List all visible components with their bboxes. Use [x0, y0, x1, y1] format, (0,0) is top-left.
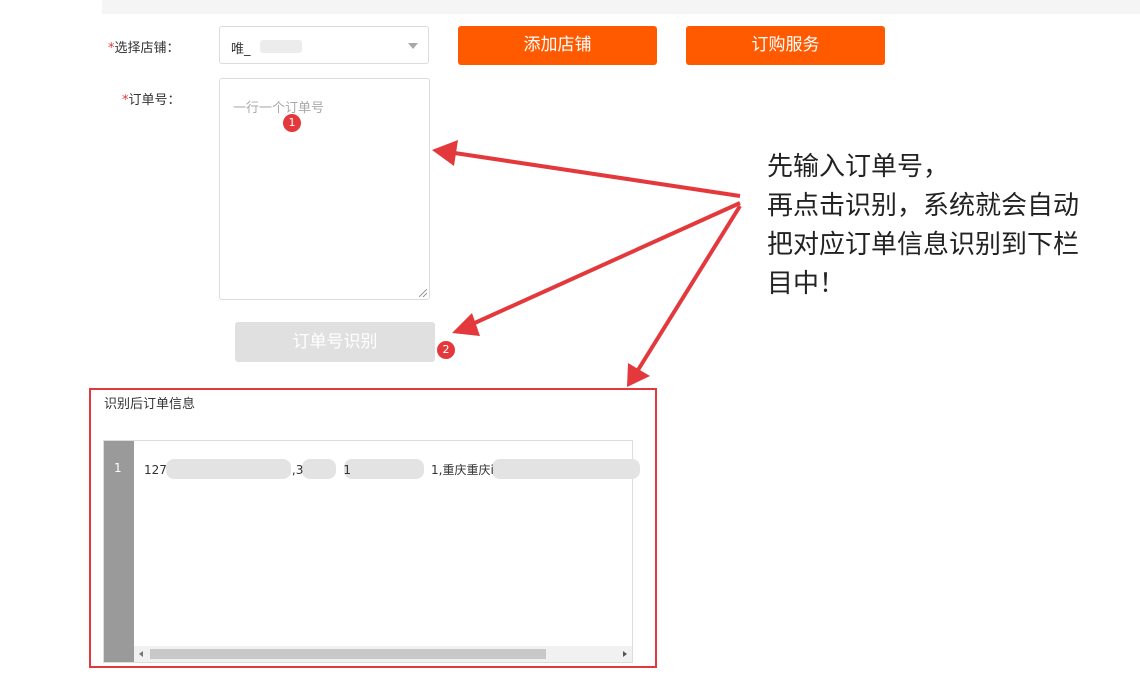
arrow-head-icon — [452, 313, 480, 336]
arrow-to-button — [467, 201, 741, 328]
annotation-line: 目中！ — [767, 269, 846, 299]
annotation-line: 再点击识别，系统就会自动 — [767, 191, 1080, 221]
annotation-text: 先输入订单号， 再点击识别，系统就会自动 把对应订单信息识别到下栏 目中！ — [767, 148, 1079, 304]
arrow-head-icon — [432, 140, 458, 166]
arrow-to-textarea — [447, 150, 741, 198]
annotation-arrows — [432, 140, 742, 387]
arrow-to-result — [636, 204, 742, 372]
annotation-line: 先输入订单号， — [767, 152, 950, 182]
annotation-line: 把对应订单信息识别到下栏 — [767, 230, 1080, 260]
